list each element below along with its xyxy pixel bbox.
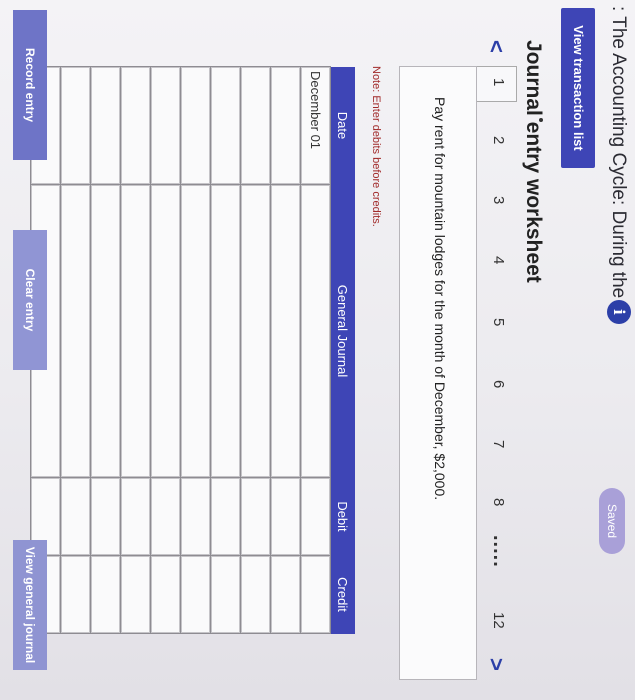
page-ellipsis: ..... (489, 535, 511, 568)
page-tab-6[interactable]: 6 (490, 380, 507, 388)
page-tab-2[interactable]: 2 (490, 136, 507, 144)
column-header-debit: Debit (330, 477, 355, 556)
credit-cell[interactable] (210, 555, 241, 634)
page-tab-12[interactable]: 12 (490, 612, 507, 629)
debit-cell[interactable] (300, 477, 331, 556)
account-cell[interactable] (90, 184, 121, 478)
account-cell[interactable] (270, 184, 301, 478)
credit-cell[interactable] (60, 555, 91, 634)
account-cell[interactable] (120, 184, 151, 478)
date-cell[interactable] (180, 66, 211, 185)
view-general-journal-button[interactable]: View general journal (13, 540, 47, 670)
table-row (60, 66, 91, 634)
debits-note: Note: Enter debits before credits. (370, 66, 382, 227)
worksheet-title: Journal entry worksheet (522, 40, 545, 283)
date-cell[interactable] (210, 66, 241, 185)
debit-cell[interactable] (270, 477, 301, 556)
table-row (150, 66, 181, 634)
account-cell[interactable] (180, 184, 211, 478)
date-cell[interactable] (270, 66, 301, 185)
date-cell[interactable] (150, 66, 181, 185)
page-tab-5[interactable]: 5 (490, 318, 507, 326)
credit-cell[interactable] (150, 555, 181, 634)
column-header-date: Date (330, 66, 355, 185)
table-row (90, 66, 121, 634)
record-entry-button[interactable]: Record entry (13, 10, 47, 160)
table-row (270, 66, 301, 634)
credit-cell[interactable] (90, 555, 121, 634)
column-header-credit: Credit (330, 555, 355, 634)
date-cell[interactable] (60, 66, 91, 185)
rotated-screen: : The Accounting Cycle: During the ... i… (0, 0, 635, 700)
credit-cell[interactable] (180, 555, 211, 634)
account-cell[interactable] (240, 184, 271, 478)
debit-cell[interactable] (210, 477, 241, 556)
date-cell[interactable]: December 01 (300, 66, 331, 185)
table-row: December 01 (300, 66, 331, 634)
page-tab-3[interactable]: 3 (490, 196, 507, 204)
next-arrow-icon[interactable]: > (483, 658, 509, 671)
credit-cell[interactable] (240, 555, 271, 634)
transaction-pager: < 1 2 3 4 5 6 7 8 ..... 12 > (476, 0, 517, 700)
info-icon[interactable]: i (607, 300, 631, 324)
date-cell[interactable] (90, 66, 121, 185)
page-tab-4[interactable]: 4 (490, 256, 507, 264)
page-tab-8[interactable]: 8 (490, 498, 507, 506)
journal-table: Date General Journal Debit Credit Decemb… (30, 66, 355, 634)
transaction-description: Pay rent for mountain lodges for the mon… (432, 97, 448, 501)
debit-cell[interactable] (120, 477, 151, 556)
page-title: : The Accounting Cycle: During the ... (608, 6, 629, 320)
table-row (240, 66, 271, 634)
column-header-general-journal: General Journal (330, 184, 355, 478)
table-row (210, 66, 241, 634)
account-cell[interactable] (210, 184, 241, 478)
prev-arrow-icon[interactable]: < (483, 40, 509, 53)
view-transaction-list-button[interactable]: View transaction list (561, 8, 595, 168)
credit-cell[interactable] (270, 555, 301, 634)
debit-cell[interactable] (90, 477, 121, 556)
date-cell[interactable] (120, 66, 151, 185)
transaction-description-box: Pay rent for mountain lodges for the mon… (399, 66, 477, 680)
debit-cell[interactable] (150, 477, 181, 556)
saved-status-badge: Saved (599, 488, 625, 554)
table-row (120, 66, 151, 634)
credit-cell[interactable] (300, 555, 331, 634)
account-cell[interactable] (150, 184, 181, 478)
credit-cell[interactable] (120, 555, 151, 634)
debit-cell[interactable] (240, 477, 271, 556)
debit-cell[interactable] (60, 477, 91, 556)
table-row (180, 66, 211, 634)
clear-entry-button[interactable]: Clear entry (13, 230, 47, 370)
debit-cell[interactable] (180, 477, 211, 556)
page-tab-7[interactable]: 7 (490, 440, 507, 448)
account-cell[interactable] (300, 184, 331, 478)
account-cell[interactable] (60, 184, 91, 478)
date-cell[interactable] (240, 66, 271, 185)
page-tab-1[interactable]: 1 (490, 78, 507, 86)
